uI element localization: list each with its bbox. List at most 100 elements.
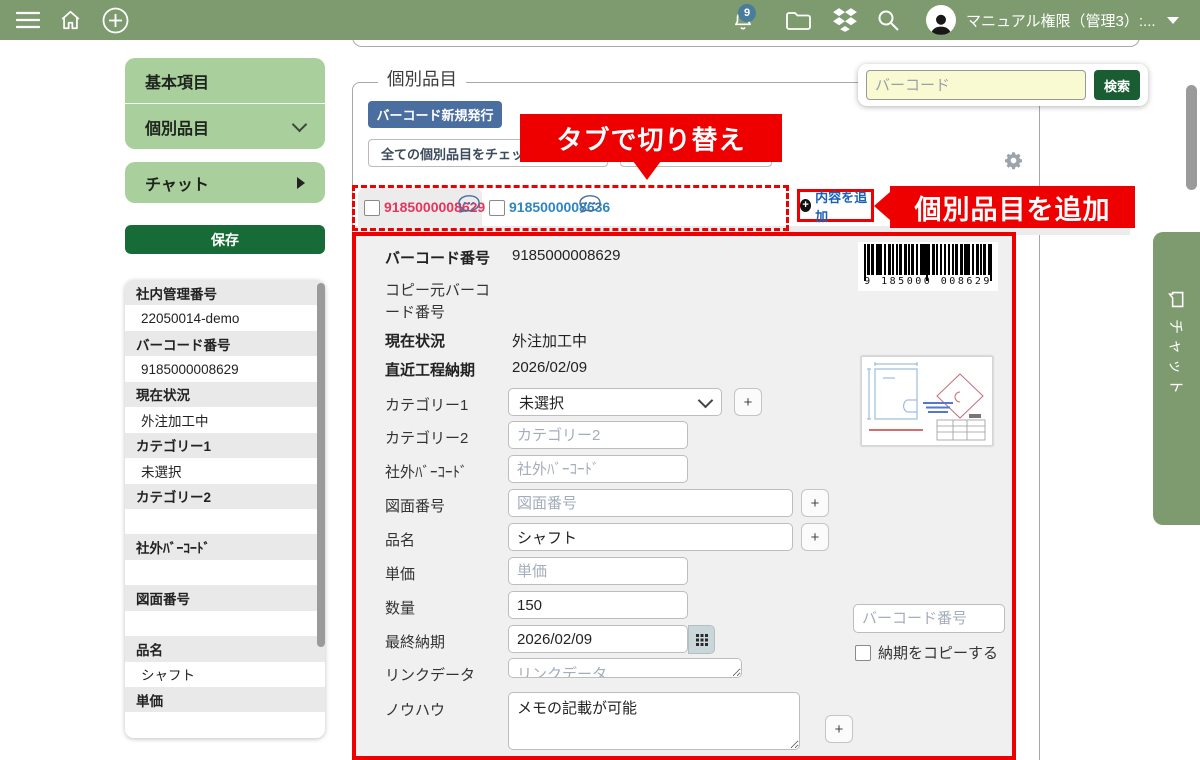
- category2-label: カテゴリー2: [385, 427, 468, 448]
- category1-selected-value: 未選択: [519, 392, 564, 413]
- process-due-value: 2026/02/09: [512, 359, 587, 376]
- plus-circle-icon: +: [800, 199, 811, 212]
- dropbox-icon[interactable]: [830, 0, 860, 40]
- drawing-no-add-button[interactable]: +: [801, 489, 829, 517]
- add-circle-icon[interactable]: [100, 0, 130, 40]
- summary-row: カテゴリー2: [125, 484, 325, 509]
- unit-price-label: 単価: [385, 563, 415, 584]
- summary-row: [125, 560, 325, 585]
- page-title: 個別品目: [378, 66, 466, 91]
- sidebar-item-basic[interactable]: 基本項目: [125, 58, 325, 103]
- summary-row: 外注加工中: [125, 407, 325, 432]
- tab-1-checkbox[interactable]: [364, 200, 380, 221]
- callout-tab-switch: タブで切り替え: [520, 114, 782, 162]
- bell-icon[interactable]: 9: [728, 0, 758, 40]
- chat-side-tab-label: チャット: [1166, 319, 1187, 399]
- sidebar-item-individual[interactable]: 個別品目: [125, 104, 325, 149]
- barcode-digits: 9 185000 008629: [864, 276, 992, 287]
- final-due-input[interactable]: [508, 625, 688, 653]
- search-button[interactable]: 検索: [1094, 70, 1140, 100]
- calendar-grid-icon: [696, 634, 708, 646]
- summary-row: 未選択: [125, 458, 325, 483]
- folder-icon[interactable]: [783, 0, 813, 40]
- tab-1-comment-icon[interactable]: [457, 194, 481, 220]
- page-scrollbar[interactable]: [1186, 85, 1197, 190]
- process-due-label: 直近工程納期: [385, 359, 475, 380]
- quantity-label: 数量: [385, 597, 415, 618]
- copy-barcode-input[interactable]: [853, 604, 1005, 633]
- summary-row: 図面番号: [125, 585, 325, 610]
- drawing-no-label: 図面番号: [385, 495, 445, 516]
- barcode-number-value: 9185000008629: [512, 247, 620, 264]
- callout-add-item-pointer: [874, 192, 890, 220]
- item-name-add-button[interactable]: +: [801, 523, 829, 551]
- drawing-no-input[interactable]: [508, 489, 793, 517]
- unit-price-input[interactable]: [508, 557, 688, 585]
- add-content-label: 内容を追加: [815, 187, 871, 225]
- barcode-stripes: [864, 244, 992, 275]
- final-due-label: 最終納期: [385, 631, 445, 652]
- calendar-button[interactable]: [688, 625, 715, 654]
- item-name-label: 品名: [385, 529, 415, 550]
- knowhow-label: ノウハウ: [385, 699, 445, 720]
- ext-barcode-label: 社外ﾊﾞｰｺｰﾄﾞ: [385, 461, 468, 482]
- ext-barcode-input[interactable]: [508, 455, 688, 483]
- topbar: 9 マニュアル権限（管理3）:...: [0, 0, 1200, 40]
- item-name-input[interactable]: [508, 523, 793, 551]
- knowhow-textarea[interactable]: メモの記載が可能: [508, 692, 800, 750]
- callout-tab-switch-pointer: [633, 161, 661, 180]
- caret-down-icon[interactable]: [1162, 0, 1184, 40]
- category1-select[interactable]: 未選択: [508, 388, 722, 416]
- chat-side-tab[interactable]: チャット: [1153, 232, 1200, 525]
- summary-row: 社外ﾊﾞｰｺｰﾄﾞ: [125, 534, 325, 559]
- callout-add-item: 個別品目を追加: [890, 186, 1135, 228]
- barcode-search-card: 検索: [858, 64, 1148, 106]
- copy-due-row: 納期をコピーする: [855, 642, 998, 663]
- summary-row: 品名: [125, 636, 325, 661]
- copy-source-label: コピー元バーコード番号: [385, 280, 499, 324]
- summary-row: 単価: [125, 687, 325, 712]
- category2-input[interactable]: [508, 421, 688, 449]
- chat-bubble-icon: [1168, 290, 1185, 309]
- sidebar-item-basic-label: 基本項目: [145, 69, 209, 93]
- tab-2-checkbox[interactable]: [489, 200, 505, 221]
- sidebar-chat-group: チャット: [125, 162, 325, 203]
- quantity-input[interactable]: [508, 591, 688, 619]
- summary-row: [125, 509, 325, 534]
- summary-row: 現在状況: [125, 382, 325, 407]
- status-label: 現在状況: [385, 330, 445, 351]
- summary-row: [125, 611, 325, 636]
- status-value: 外注加工中: [512, 330, 587, 351]
- summary-row: [125, 712, 325, 737]
- select-chevron-icon: [698, 393, 714, 409]
- summary-row: 22050014-demo: [125, 305, 325, 330]
- summary-row: 社内管理番号: [125, 280, 325, 305]
- barcode-image: 9 185000 008629: [858, 242, 998, 291]
- gear-icon[interactable]: [1004, 151, 1024, 171]
- avatar[interactable]: [924, 0, 958, 40]
- user-menu-label[interactable]: マニュアル権限（管理3）:...: [966, 0, 1156, 40]
- summary-row: バーコード番号: [125, 331, 325, 356]
- copy-due-label: 納期をコピーする: [878, 642, 998, 663]
- add-content-button[interactable]: + 内容を追加: [797, 189, 874, 222]
- app-root: 9 マニュアル権限（管理3）:... 基本項目 個別品目: [0, 0, 1200, 760]
- sidebar-item-chat[interactable]: チャット: [125, 162, 325, 203]
- chevron-down-icon: [292, 117, 308, 133]
- knowhow-add-button[interactable]: +: [825, 715, 853, 743]
- barcode-number-label: バーコード番号: [385, 247, 490, 268]
- barcode-search-input[interactable]: [866, 70, 1086, 100]
- tab-2-comment-icon[interactable]: [578, 194, 602, 220]
- home-icon[interactable]: [56, 0, 84, 40]
- drawing-image[interactable]: [861, 356, 993, 446]
- notification-badge: 9: [738, 4, 756, 22]
- sidebar-item-chat-label: チャット: [145, 171, 209, 195]
- search-icon[interactable]: [873, 0, 903, 40]
- save-button[interactable]: 保存: [125, 225, 325, 254]
- category1-add-button[interactable]: +: [734, 388, 762, 416]
- new-barcode-button[interactable]: バーコード新規発行: [368, 101, 502, 128]
- link-data-textarea[interactable]: [508, 658, 742, 678]
- summary-row: 9185000008629: [125, 356, 325, 381]
- hamburger-menu-icon[interactable]: [14, 0, 42, 40]
- copy-due-checkbox[interactable]: [855, 645, 871, 661]
- summary-panel-scrollbar[interactable]: [317, 283, 325, 647]
